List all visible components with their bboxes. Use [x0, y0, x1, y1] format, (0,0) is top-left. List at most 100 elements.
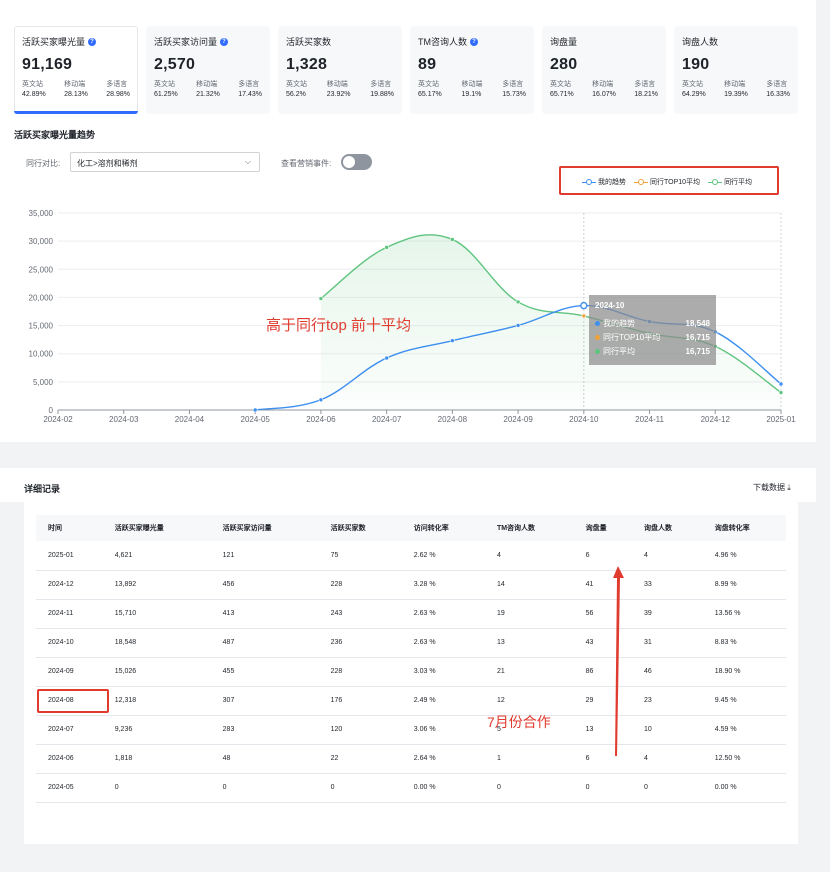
- metric-card[interactable]: 询盘量 280 英文站 65.71% 移动端 16.07% 多语言 18.21%: [542, 26, 666, 114]
- table-cell: 3.28 %: [401, 570, 485, 600]
- chart-annotation: 高于同行top 前十平均: [266, 317, 412, 334]
- table-cell: 228: [318, 657, 402, 687]
- metric-card[interactable]: 活跃买家曝光量? 91,169 英文站 42.89% 移动端 28.13% 多语言 28.98…: [14, 26, 138, 114]
- table-cell: 14: [484, 570, 574, 600]
- table-cell: 33: [632, 570, 703, 600]
- table-cell: 2024-05: [36, 773, 103, 803]
- table-cell: 456: [210, 570, 319, 600]
- metric-sub: 英文站 61.25%: [154, 81, 178, 98]
- x-tick-label: 2024-06: [306, 415, 336, 424]
- table-cell: 228: [318, 570, 402, 600]
- column-header: 访问转化率: [401, 515, 485, 541]
- chevron-down-icon: ⌵: [244, 157, 251, 166]
- metric-breakdown: 英文站 65.71% 移动端 16.07% 多语言 18.21%: [550, 80, 658, 100]
- metric-value: 2,570: [154, 56, 196, 73]
- info-icon[interactable]: ?: [470, 37, 478, 46]
- data-point: [318, 296, 324, 301]
- table-cell: 0: [632, 773, 703, 803]
- table-cell: 2025-01: [36, 541, 103, 571]
- table-cell: 2024-09: [36, 657, 103, 687]
- table-cell: 236: [318, 628, 402, 658]
- legend-marker-icon: [634, 179, 648, 185]
- metric-title: 活跃买家数: [286, 37, 332, 47]
- table-cell: 243: [318, 599, 402, 629]
- table-cell: 2.62 %: [401, 541, 485, 571]
- x-tick-label: 2024-09: [503, 415, 533, 424]
- legend-item[interactable]: 同行TOP10平均: [634, 177, 700, 187]
- x-tick-label: 2024-02: [43, 415, 73, 424]
- metric-sub: 移动端 21.32%: [196, 81, 220, 98]
- metric-cards: 活跃买家曝光量? 91,169 英文站 42.89% 移动端 28.13% 多语言 28.98…: [14, 26, 798, 114]
- x-tick-label: 2024-08: [438, 415, 468, 424]
- metric-sub: 多语言 17.43%: [238, 81, 262, 98]
- table-header-row: 时间 活跃买家曝光量 活跃买家访问量 活跃买家数 访问转化率 TM咨询人数 询盘量 询盘人数询…: [36, 515, 786, 541]
- details-title: 详细记录: [24, 484, 61, 494]
- metric-title: TM咨询人数?: [418, 35, 526, 48]
- x-tick-label: 2024-12: [701, 415, 731, 424]
- table-cell: 8.99 %: [702, 570, 786, 600]
- metric-card[interactable]: 活跃买家数 1,328 英文站 56.2% 移动端 23.92% 多语言 19.88%: [278, 26, 402, 114]
- table-cell: 4: [632, 541, 703, 571]
- y-tick-label: 15,000: [29, 322, 54, 331]
- table-cell: 18,548: [102, 628, 211, 658]
- table-cell: 9.45 %: [702, 686, 786, 716]
- legend-item[interactable]: 同行平均: [708, 177, 752, 187]
- table-cell: 13: [484, 628, 574, 658]
- metric-sub: 英文站 42.89%: [22, 81, 46, 98]
- table-cell: 2.64 %: [401, 744, 485, 774]
- x-tick-label: 2024-04: [175, 415, 205, 424]
- table-cell: 2.63 %: [401, 599, 485, 629]
- metric-card[interactable]: 活跃买家访问量? 2,570 英文站 61.25% 移动端 21.32% 多语言 17.43%: [146, 26, 270, 114]
- table-cell: 3.06 %: [401, 715, 485, 745]
- metric-card[interactable]: 询盘人数 190 英文站 64.29% 移动端 19.39% 多语言 16.33%: [674, 26, 798, 114]
- table-cell: 487: [210, 628, 319, 658]
- active-data-point: [580, 301, 588, 310]
- metric-sub: 多语言 19.88%: [370, 81, 394, 98]
- data-point: [778, 390, 784, 395]
- table-cell: 121: [210, 541, 319, 571]
- metric-value: 190: [682, 56, 710, 73]
- tooltip-row: 同行TOP10平均 16,715: [595, 330, 710, 344]
- column-header: 活跃买家访问量: [210, 515, 319, 541]
- column-header: 活跃买家数: [318, 515, 402, 541]
- table-cell: 75: [318, 541, 402, 571]
- column-header: 询盘转化率: [702, 515, 786, 541]
- metric-sub: 多语言 15.73%: [502, 81, 526, 98]
- metric-title: 询盘人数: [682, 37, 719, 47]
- table-cell: 22: [318, 744, 402, 774]
- data-point: [318, 397, 324, 403]
- metric-card[interactable]: TM咨询人数? 89 英文站 65.17% 移动端 19.1% 多语言 15.73%: [410, 26, 534, 114]
- table-cell: 4: [484, 541, 574, 571]
- legend-item[interactable]: 我的趋势: [582, 177, 626, 187]
- table-cell: 120: [318, 715, 402, 745]
- compare-label: 同行对比:: [26, 159, 61, 168]
- table-cell: 4.96 %: [702, 541, 786, 571]
- table-cell: 0.00 %: [702, 773, 786, 803]
- table-cell: 48: [210, 744, 319, 774]
- download-button[interactable]: 下载数据 ⤓: [753, 482, 791, 493]
- metric-breakdown: 英文站 56.2% 移动端 23.92% 多语言 19.88%: [286, 80, 394, 100]
- info-icon[interactable]: ?: [220, 37, 229, 46]
- metric-value: 280: [550, 56, 578, 73]
- compare-select[interactable]: 化工>溶剂和稀剂 ⌵: [70, 152, 260, 172]
- data-point: [384, 245, 389, 250]
- table-cell: 2024-06: [36, 744, 103, 774]
- chart-legend: 我的趋势 同行TOP10平均 同行平均: [582, 177, 752, 187]
- data-point: [515, 323, 521, 328]
- tooltip-row: 我的趋势 18,548: [595, 316, 710, 330]
- table-cell: 0: [318, 773, 402, 803]
- table-cell: 0: [210, 773, 319, 803]
- trend-title: 活跃买家曝光量趋势: [14, 130, 96, 140]
- table-cell: 0: [573, 773, 632, 803]
- data-point: [450, 237, 455, 242]
- x-tick-label: 2024-03: [109, 415, 139, 424]
- event-label: 查看营销事件:: [281, 159, 332, 168]
- metric-sub: 英文站 56.2%: [286, 81, 307, 98]
- table-cell: 21: [484, 657, 574, 687]
- metric-sub: 移动端 19.1%: [461, 81, 483, 98]
- table-row: 2024-06 1,818 48 22 2.64 % 1 6 4 12.50 %: [36, 744, 786, 774]
- event-toggle[interactable]: [341, 154, 372, 170]
- table-row: 2024-11 15,710 413 243 2.63 % 19 56 39 13.56 %: [36, 599, 786, 629]
- info-icon[interactable]: ?: [88, 37, 97, 46]
- table-cell: 23: [632, 686, 703, 716]
